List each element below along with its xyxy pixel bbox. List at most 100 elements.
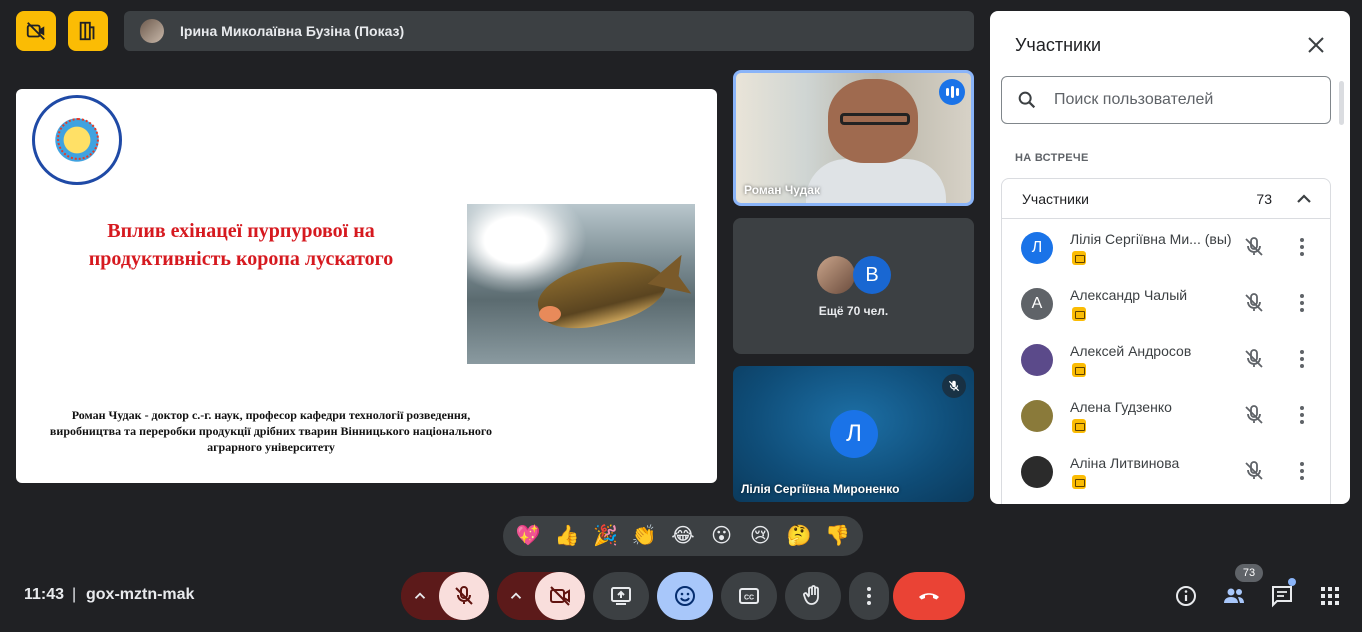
chevron-up-icon xyxy=(414,592,426,599)
meeting-code: gox-mztn-mak xyxy=(86,586,195,603)
more-vert-icon[interactable] xyxy=(1290,459,1314,483)
reaction-button[interactable]: 🤔 xyxy=(783,520,815,552)
reactions-button[interactable] xyxy=(657,572,713,620)
avatar: А xyxy=(1021,288,1053,320)
reaction-button[interactable]: 👏 xyxy=(628,520,660,552)
reactions-bar: 💖 👍 🎉 👏 😂 😮 😢 🤔 👎 xyxy=(503,516,863,556)
camera-off-icon xyxy=(550,586,571,606)
more-vert-icon[interactable] xyxy=(1290,403,1314,427)
avatar: В xyxy=(853,256,891,294)
mic-off-icon[interactable] xyxy=(1242,291,1266,315)
group-header[interactable]: Участники 73 xyxy=(1002,179,1330,219)
search-input[interactable] xyxy=(1054,91,1314,109)
slide-title: Вплив ехінацеї пурпурової на продуктивні… xyxy=(88,220,394,270)
participant-name: Лілія Сергіївна Ми... (вы) xyxy=(1070,231,1232,247)
more-vert-icon xyxy=(867,587,871,605)
people-icon[interactable] xyxy=(1222,584,1246,608)
participant-row[interactable]: А Александр Чалый xyxy=(1002,275,1330,331)
participant-row[interactable]: Аліна Литвинова xyxy=(1002,443,1330,499)
reaction-button[interactable]: 💖 xyxy=(512,520,544,552)
participant-row[interactable]: Л Лілія Сергіївна Ми... (вы) xyxy=(1002,219,1330,275)
presenter-name: Ірина Миколаївна Бузіна (Показ) xyxy=(180,23,405,39)
avatar xyxy=(1021,456,1053,488)
speaker-name: Роман Чудак xyxy=(744,183,820,197)
presentation-badge-icon xyxy=(1072,475,1086,489)
reaction-button[interactable]: 👎 xyxy=(822,520,854,552)
search-icon xyxy=(1018,91,1036,109)
camera-off-layout-icon xyxy=(26,22,45,40)
participant-row[interactable]: Алексей Андросов xyxy=(1002,331,1330,387)
participant-name: Александр Чалый xyxy=(1070,287,1188,303)
mic-off-icon[interactable] xyxy=(1242,235,1266,259)
pin-layout-icon xyxy=(79,21,95,41)
mic-control xyxy=(401,572,489,620)
search-box[interactable] xyxy=(1001,76,1331,124)
raise-hand-button[interactable] xyxy=(785,572,841,620)
avatar: Л xyxy=(1021,232,1053,264)
section-label: НА ВСТРЕЧЕ xyxy=(1015,152,1089,164)
group-title: Участники xyxy=(1022,190,1089,207)
people-count-badge: 73 xyxy=(1235,564,1263,582)
mic-off-icon xyxy=(942,374,966,398)
participant-name: Алексей Андросов xyxy=(1070,343,1192,359)
camera-toggle-button[interactable] xyxy=(535,572,585,620)
presenter-avatar xyxy=(140,19,164,43)
carp-photo xyxy=(467,204,695,364)
present-screen-icon xyxy=(611,587,631,605)
separator: | xyxy=(72,586,77,603)
presenter-bar[interactable]: Ірина Миколаївна Бузіна (Показ) xyxy=(124,11,974,51)
reaction-button[interactable]: 😂 xyxy=(667,520,699,552)
avatar xyxy=(817,256,855,294)
close-icon[interactable] xyxy=(1304,33,1328,57)
mic-options-button[interactable] xyxy=(401,572,440,620)
mic-off-icon[interactable] xyxy=(1242,403,1266,427)
avatar xyxy=(1021,400,1053,432)
chevron-up-icon[interactable] xyxy=(1292,187,1316,211)
participant-name: Аліна Литвинова xyxy=(1070,455,1180,471)
reaction-button[interactable]: 👍 xyxy=(551,520,583,552)
reaction-button[interactable]: 😮 xyxy=(706,520,738,552)
camera-options-button[interactable] xyxy=(497,572,536,620)
pin-layout-button[interactable] xyxy=(68,11,108,51)
mic-off-icon[interactable] xyxy=(1242,459,1266,483)
apps-grid-icon[interactable] xyxy=(1318,584,1342,608)
participant-name: Алена Гудзенко xyxy=(1070,399,1172,415)
panel-scrollbar[interactable] xyxy=(1339,81,1344,125)
more-participants-label: Ещё 70 чел. xyxy=(818,304,889,318)
panel-title: Участники xyxy=(1015,35,1101,55)
mic-off-icon xyxy=(455,586,473,605)
more-participants-tile[interactable]: В Ещё 70 чел. xyxy=(733,218,974,354)
captions-icon: CC xyxy=(739,588,759,604)
speaker-tile[interactable]: Роман Чудак xyxy=(733,70,974,206)
university-seal-logo xyxy=(32,95,122,185)
participant-row[interactable]: Алена Гудзенко xyxy=(1002,387,1330,443)
reaction-button[interactable]: 😢 xyxy=(744,520,776,552)
chevron-up-icon xyxy=(510,592,522,599)
shared-screen: Вплив ехінацеї пурпурової на продуктивні… xyxy=(16,89,717,483)
leave-call-button[interactable] xyxy=(893,572,965,620)
participants-panel: Участники НА ВСТРЕЧЕ Участники 73 Л Лілі… xyxy=(990,11,1350,504)
self-name: Лілія Сергіївна Мироненко xyxy=(741,482,900,496)
chat-icon[interactable] xyxy=(1270,584,1294,608)
info-icon[interactable] xyxy=(1174,584,1198,608)
more-vert-icon[interactable] xyxy=(1290,235,1314,259)
mic-toggle-button[interactable] xyxy=(439,572,489,620)
group-count: 73 xyxy=(1256,190,1272,207)
slide-author: Роман Чудак - доктор с.-г. наук, професо… xyxy=(49,408,493,454)
more-vert-icon[interactable] xyxy=(1290,291,1314,315)
present-screen-button[interactable] xyxy=(593,572,649,620)
more-vert-icon[interactable] xyxy=(1290,347,1314,371)
self-tile[interactable]: Л Лілія Сергіївна Мироненко xyxy=(733,366,974,502)
captions-button[interactable]: CC xyxy=(721,572,777,620)
camera-control xyxy=(497,572,585,620)
hang-up-icon xyxy=(919,593,939,600)
camera-layout-button[interactable] xyxy=(16,11,56,51)
more-options-button[interactable] xyxy=(849,572,889,620)
raise-hand-icon xyxy=(803,585,819,605)
speaking-indicator-icon xyxy=(939,79,965,105)
reaction-button[interactable]: 🎉 xyxy=(590,520,622,552)
emoji-icon xyxy=(675,586,695,606)
svg-text:CC: CC xyxy=(744,595,754,602)
mic-off-icon[interactable] xyxy=(1242,347,1266,371)
presentation-badge-icon xyxy=(1072,419,1086,433)
